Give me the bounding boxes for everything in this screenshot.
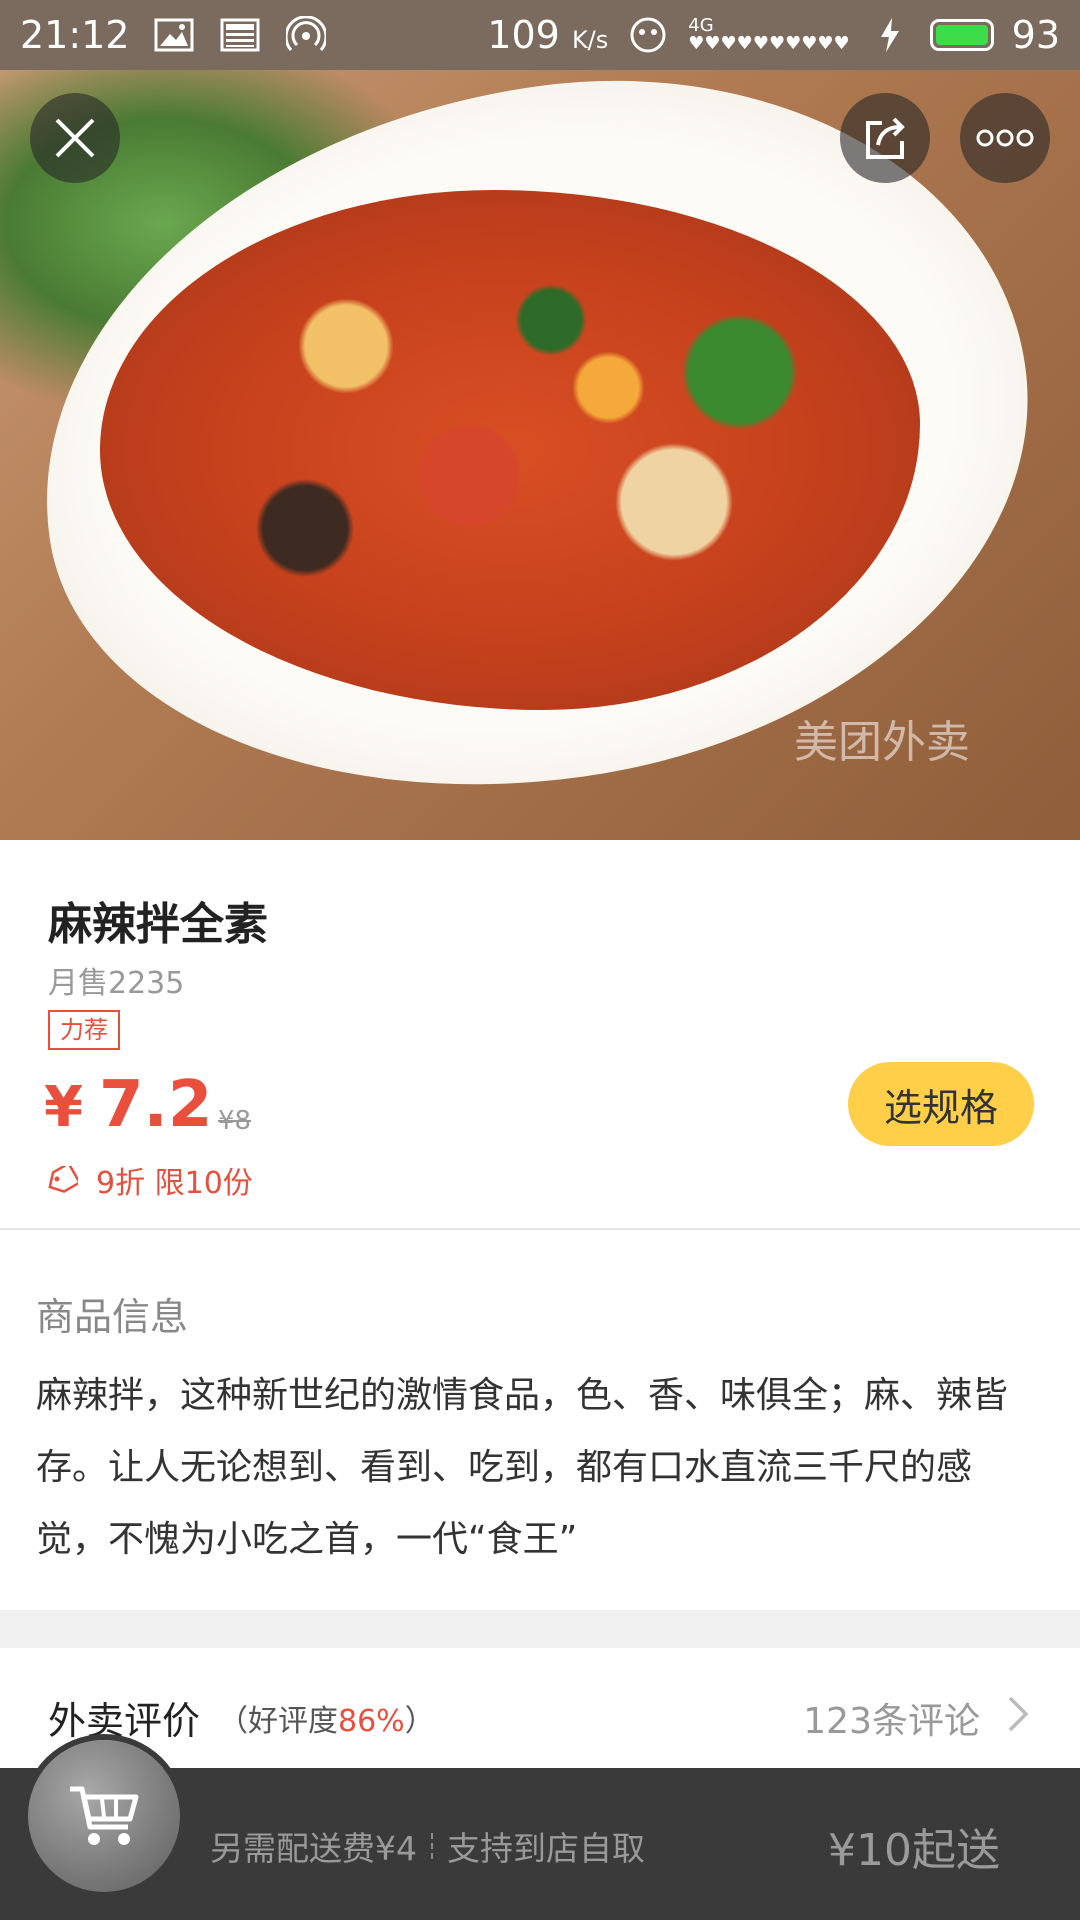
- image-icon: [152, 15, 196, 55]
- discount-text: 9折 限10份: [96, 1166, 253, 1201]
- more-icon: [976, 129, 1034, 147]
- share-icon: [866, 117, 905, 159]
- status-bar: 21:12 109 K/s 4G ♥♥♥♥♥♥♥♥♥♥ 93: [0, 0, 1080, 70]
- cart-button[interactable]: [28, 1740, 180, 1892]
- signal-icon: 4G ♥♥♥♥♥♥♥♥♥♥: [688, 15, 850, 54]
- recommend-badge: 力荐: [48, 1010, 120, 1050]
- current-price: ¥ 7.2: [44, 1068, 212, 1142]
- discount-info: 9折 限10份: [46, 1158, 253, 1202]
- rating-summary: （好评度86%）: [218, 1704, 435, 1739]
- currency-symbol: ¥: [44, 1075, 83, 1140]
- cart-icon: [70, 1786, 139, 1845]
- min-order-button[interactable]: ¥10起送: [828, 1814, 1000, 1878]
- product-description: 商品信息 麻辣拌，这种新世纪的激情食品，色、香、味俱全；麻、辣皆存。让人无论想到…: [0, 1230, 1080, 1610]
- watermark: 美团外卖: [794, 717, 970, 768]
- pickup-support: 支持到店自取: [447, 1829, 645, 1868]
- charging-icon: [868, 15, 912, 55]
- share-button[interactable]: [840, 93, 930, 183]
- delivery-info: 另需配送费¥4 支持到店自取: [210, 1822, 645, 1870]
- tag-icon: [48, 1166, 78, 1193]
- rating-percent: 86%: [338, 1704, 405, 1739]
- price-value: 7.2: [98, 1068, 213, 1142]
- reviews-row[interactable]: 外卖评价 （好评度86%） 123条评论: [0, 1648, 1080, 1768]
- monthly-sales: 月售2235: [48, 966, 185, 1001]
- original-price: ¥8: [218, 1106, 252, 1136]
- divider: [431, 1833, 433, 1859]
- product-title: 麻辣拌全素: [48, 899, 268, 950]
- status-time: 21:12: [20, 13, 130, 57]
- close-icon: [55, 118, 95, 158]
- net-speed: 109 K/s: [487, 13, 609, 57]
- description-text: 麻辣拌，这种新世纪的激情食品，色、香、味俱全；麻、辣皆存。让人无论想到、看到、吃…: [36, 1375, 1009, 1560]
- news-icon: [218, 15, 262, 55]
- more-button[interactable]: [960, 93, 1050, 183]
- review-count: 123条评论: [803, 1701, 980, 1742]
- product-image: 美团外卖: [0, 70, 1080, 840]
- product-info: 麻辣拌全素 月售2235 力荐 ¥ 7.2 ¥8 9折 限10份 选规格: [0, 840, 1080, 1230]
- close-button[interactable]: [30, 93, 120, 183]
- description-heading: 商品信息: [36, 1295, 189, 1339]
- delivery-fee: 另需配送费¥4: [210, 1829, 417, 1868]
- section-divider: [0, 1610, 1080, 1648]
- battery-icon: [929, 19, 994, 51]
- app-icon: [626, 15, 670, 55]
- hotspot-icon: [284, 15, 328, 55]
- select-spec-button[interactable]: 选规格: [848, 1062, 1034, 1146]
- reviews-title: 外卖评价: [48, 1699, 201, 1743]
- battery-level: 93: [1011, 13, 1060, 57]
- chevron-right-icon: [1000, 1694, 1036, 1734]
